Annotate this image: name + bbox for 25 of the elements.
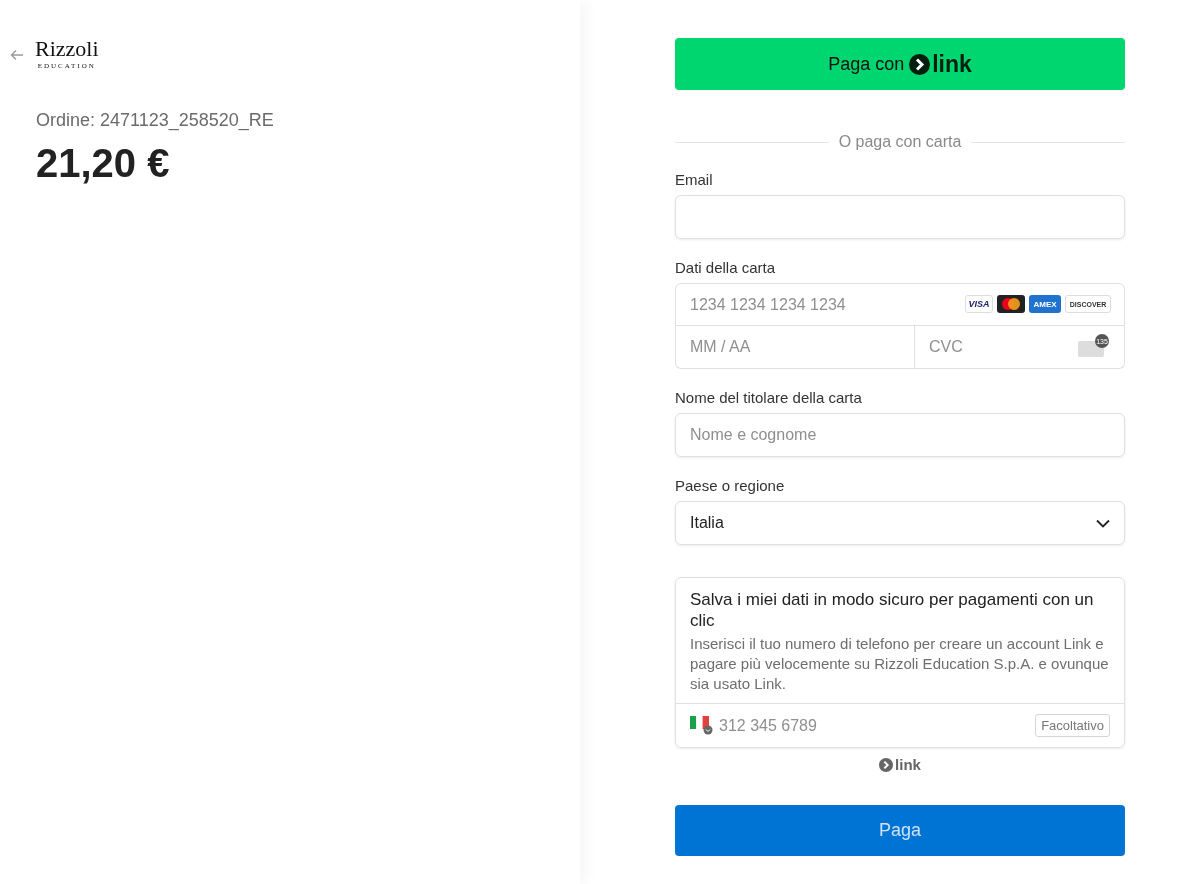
brand-name: Rizzoli bbox=[35, 38, 99, 60]
email-field[interactable] bbox=[675, 195, 1125, 239]
expiry-field[interactable]: MM / AA bbox=[675, 326, 915, 369]
mastercard-logo bbox=[997, 295, 1025, 313]
optional-tag: Facoltativo bbox=[1035, 714, 1110, 737]
back-arrow-icon[interactable] bbox=[10, 48, 25, 62]
field-label: Dati della carta bbox=[675, 259, 777, 276]
cardholder-name-field[interactable]: Nome e cognome bbox=[675, 413, 1125, 457]
amex-logo: AMEX bbox=[1029, 295, 1061, 313]
link-pay-button[interactable]: Paga con link bbox=[675, 38, 1125, 90]
chevron-down-icon bbox=[1096, 518, 1110, 528]
order-amount: 21,20 € bbox=[36, 141, 171, 186]
save-description: Inserisci il tuo numero di telefono per creare un account Link e pagare più velocemente su Rizzoli Education S.p.A. e ovunque sia usato Link. bbox=[690, 634, 1110, 694]
pay-button[interactable]: Paga bbox=[675, 805, 1125, 856]
italy-flag-icon bbox=[690, 716, 713, 735]
save-title: Salva i miei dati in modo sicuro per pagamenti con un clic bbox=[690, 589, 1095, 631]
link-logo: link bbox=[879, 756, 921, 773]
field-label: Email bbox=[675, 171, 714, 188]
phone-field[interactable]: 312 345 6789 bbox=[717, 715, 1032, 736]
field-label: Paese o regione bbox=[675, 477, 786, 494]
order-number: Ordine: 2471123_258520_RE bbox=[36, 110, 275, 131]
divider-text: O paga con carta bbox=[838, 133, 962, 151]
visa-logo: VISA bbox=[965, 295, 993, 313]
country-select[interactable]: Italia bbox=[675, 501, 1125, 545]
field-label: Nome del titolare della carta bbox=[675, 389, 863, 406]
